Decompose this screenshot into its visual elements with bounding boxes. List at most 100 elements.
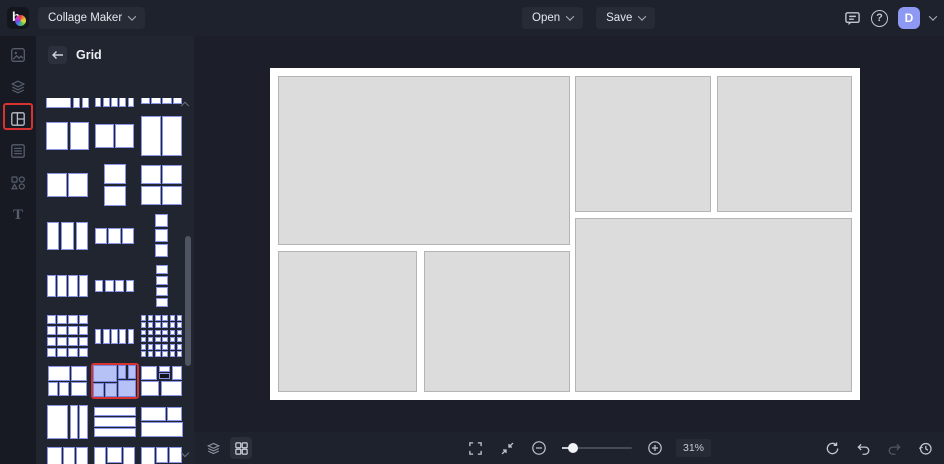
thumbnail-cell (158, 366, 171, 372)
grid-layout-thumbnail[interactable] (46, 173, 89, 197)
grid-layout-thumbnail[interactable] (140, 366, 183, 396)
thumbnail-cell (155, 265, 168, 275)
rail-item-layers[interactable] (0, 74, 36, 100)
thumbnail-cell (93, 417, 136, 427)
collage-cell[interactable] (423, 251, 570, 392)
redo-button[interactable] (883, 437, 905, 459)
thumbnail-cell (140, 447, 155, 464)
rail-item-grid[interactable] (0, 103, 36, 132)
undo-button[interactable] (852, 437, 874, 459)
thumbnail-cell (59, 382, 70, 396)
befunky-logo[interactable]: b (7, 7, 29, 29)
collage-cell[interactable] (278, 251, 418, 392)
logo-color-wheel (15, 15, 26, 26)
thumbnail-cell (45, 122, 69, 150)
collage-cell[interactable] (717, 76, 852, 212)
grid-layout-thumbnail[interactable] (46, 447, 89, 464)
grid-layout-thumbnail[interactable] (94, 280, 135, 292)
rail-item-graphics[interactable] (0, 170, 36, 196)
grid-layout-thumbnail[interactable] (140, 315, 183, 357)
thumbnail-cell (155, 315, 161, 321)
product-menu-button[interactable]: Collage Maker (38, 7, 146, 29)
grid-layout-thumbnail[interactable] (46, 405, 89, 439)
thumbnail-cell (140, 422, 183, 437)
reset-button[interactable] (821, 437, 843, 459)
grid-layout-thumbnail[interactable] (140, 116, 183, 156)
grid-layout-thumbnail[interactable] (140, 98, 183, 104)
scroll-up-icon[interactable] (180, 100, 190, 111)
grid-layout-thumbnail[interactable] (140, 447, 183, 464)
templates-icon (11, 144, 25, 158)
grid-manager-button[interactable] (230, 437, 252, 459)
thumbnail-cell (79, 315, 89, 325)
grid-layout-thumbnail[interactable] (93, 407, 136, 437)
grid-layout-thumbnail[interactable] (46, 221, 89, 250)
avatar[interactable]: D (898, 7, 920, 29)
grid-layout-thumbnail[interactable] (94, 227, 135, 244)
zoom-slider[interactable] (562, 441, 632, 455)
zoom-out-button[interactable] (528, 437, 550, 459)
arrow-left-icon (51, 51, 63, 59)
thumbnail-cell (72, 98, 81, 108)
thumbnail-cell (169, 336, 176, 343)
thumbnail-cell (147, 344, 154, 350)
grid-layout-thumbnail[interactable] (45, 122, 90, 150)
rail-item-templates[interactable] (0, 138, 36, 164)
thumbnail-cell (127, 365, 137, 380)
collage-cell[interactable] (278, 76, 570, 246)
fit-screen-icon (501, 442, 513, 454)
zoom-in-button[interactable] (644, 437, 666, 459)
thumbnail-cell (140, 116, 161, 156)
history-button[interactable] (914, 437, 936, 459)
grid-layout-thumbnail[interactable] (94, 124, 135, 148)
open-button[interactable]: Open (522, 7, 584, 29)
grid-layout-thumbnail[interactable] (46, 275, 89, 297)
grid-layout-thumbnail[interactable] (45, 98, 90, 108)
fullscreen-button[interactable] (464, 437, 486, 459)
help-button[interactable]: ? (871, 9, 888, 27)
grid-layout-thumbnail[interactable] (103, 164, 126, 206)
thumbnail-cell (46, 173, 67, 197)
panel-scrollbar[interactable] (185, 236, 191, 366)
account-chevron-down-icon[interactable] (928, 12, 938, 21)
collage-cell[interactable] (575, 218, 852, 392)
thumbnail-cell (147, 322, 154, 328)
thumbnail-cell (92, 382, 104, 397)
grid-layout-thumbnail[interactable] (94, 98, 135, 107)
grid-layout-thumbnail[interactable] (94, 328, 135, 344)
thumbnail-cell (57, 275, 67, 297)
thumbnail-cell (103, 185, 126, 206)
thumbnail-cell (169, 447, 183, 463)
grid-layout-thumbnail[interactable] (93, 447, 136, 464)
thumbnail-cell (118, 380, 137, 397)
thumbnail-cell (79, 325, 89, 336)
scroll-down-icon[interactable] (180, 448, 190, 458)
thumbnail-cell (176, 336, 183, 343)
grid-layout-thumbnail[interactable] (140, 407, 183, 437)
collage-canvas[interactable] (270, 68, 860, 400)
collage-cell[interactable] (575, 76, 712, 212)
thumbnail-cell (155, 286, 168, 297)
zoom-slider-handle[interactable] (568, 443, 578, 453)
grid-layout-thumbnail[interactable] (140, 165, 183, 205)
grid-layout-thumbnail[interactable] (155, 265, 168, 307)
save-button[interactable]: Save (596, 7, 656, 29)
back-button[interactable] (48, 46, 67, 64)
thumbnail-cell (147, 329, 154, 336)
layers-icon (206, 442, 220, 454)
grid-layout-thumbnail[interactable] (47, 366, 88, 396)
thumbnail-cell (160, 380, 183, 396)
grid-layout-thumbnail[interactable] (155, 214, 168, 257)
thumbnail-cell (162, 351, 168, 357)
grid-layout-thumbnail[interactable] (46, 315, 89, 357)
bottombar-left-group (202, 437, 252, 459)
thumbnail-cell (68, 325, 78, 336)
top-bar: b Collage Maker Open Save ? (0, 0, 944, 36)
grid-layout-thumbnail-selected[interactable] (90, 363, 139, 399)
fit-screen-button[interactable] (496, 437, 518, 459)
rail-item-image-manager[interactable] (0, 42, 36, 68)
feedback-button[interactable] (844, 10, 861, 27)
thumbnail-cell (46, 447, 62, 464)
layers-panel-button[interactable] (202, 437, 224, 459)
rail-item-text[interactable]: T (0, 202, 36, 228)
